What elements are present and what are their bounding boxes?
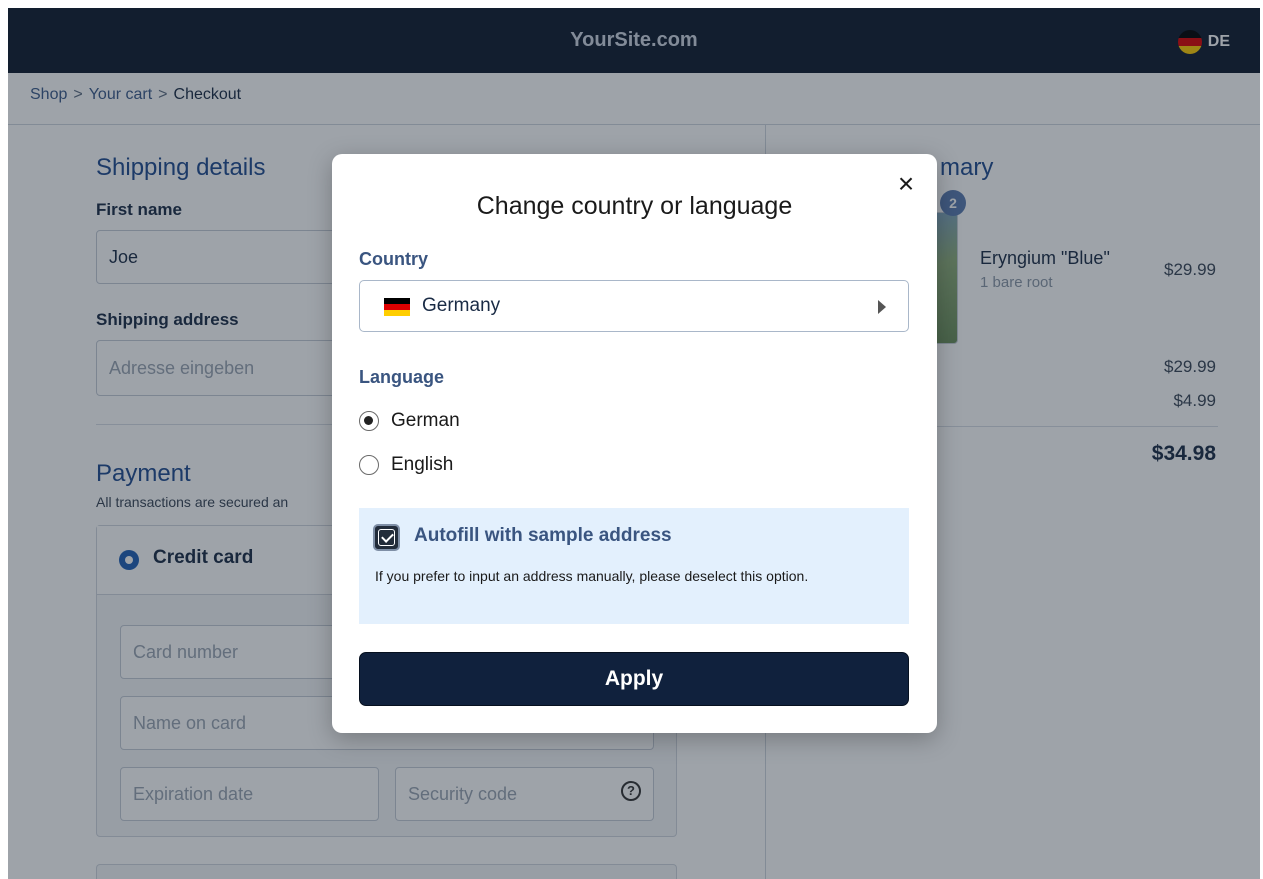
country-language-dialog: × Change country or language Country Ger… — [332, 154, 937, 733]
radio-german[interactable] — [359, 411, 379, 431]
country-label: Country — [359, 249, 428, 269]
language-label: Language — [359, 367, 445, 387]
autofill-checkbox[interactable] — [373, 524, 400, 551]
autofill-panel: Autofill with sample address If you pref… — [359, 508, 909, 624]
radio-english[interactable] — [359, 455, 379, 475]
autofill-hint: If you prefer to input an address manual… — [375, 568, 809, 584]
language-option-label: German — [391, 410, 460, 431]
dialog-title: Change country or language — [476, 192, 793, 220]
language-option-german[interactable]: German — [359, 409, 460, 433]
country-value: Germany — [422, 295, 501, 316]
autofill-label[interactable]: Autofill with sample address — [414, 525, 672, 547]
apply-button[interactable]: Apply — [359, 652, 909, 706]
caret-right-icon — [878, 300, 886, 314]
language-option-label: English — [391, 454, 454, 475]
browser-viewport: YourSite.com DE Shop > Your cart > Checkout … — [8, 8, 1260, 879]
language-option-english[interactable]: English — [359, 453, 453, 477]
germany-flag-icon — [384, 298, 410, 316]
country-select[interactable]: Germany — [359, 280, 909, 332]
